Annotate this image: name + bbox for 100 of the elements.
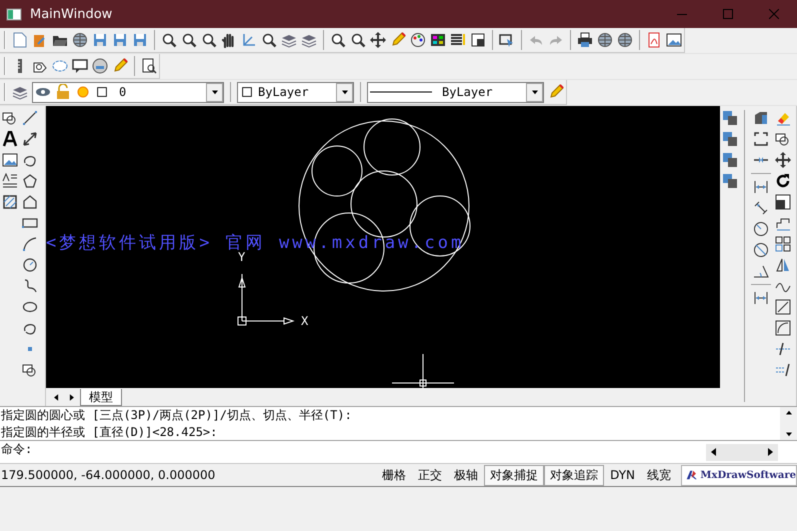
layout-tab[interactable]: 模型 (80, 388, 122, 406)
copy-icon[interactable] (775, 131, 791, 147)
color-grid-icon[interactable] (430, 32, 446, 48)
panel-icon[interactable] (470, 32, 486, 48)
color-swatch-icon (240, 85, 254, 99)
zoom-realtime-icon[interactable] (350, 32, 366, 48)
trim-icon[interactable] (775, 341, 791, 357)
scale-icon[interactable] (775, 194, 791, 210)
color-name: ByLayer (258, 85, 310, 99)
line-icon[interactable] (22, 110, 38, 126)
image-icon[interactable] (2, 152, 18, 168)
text-icon[interactable] (2, 131, 18, 147)
status-toggle[interactable]: 线宽 (641, 464, 677, 486)
cube-icon[interactable] (753, 110, 769, 126)
radius-dimension-icon[interactable] (753, 221, 769, 237)
save-all-icon[interactable] (132, 32, 148, 48)
linetype-name: ByLayer (442, 85, 494, 99)
layers-icon[interactable] (12, 84, 28, 100)
save-icon[interactable] (92, 32, 108, 48)
layer-name: 0 (119, 85, 128, 99)
status-toggle[interactable]: 栅格 (376, 464, 412, 486)
continue-dimension-icon[interactable] (753, 290, 769, 306)
send-back-icon[interactable] (722, 131, 738, 147)
command-history-line: 指定圆的圆心或 [三点(3P)/两点(2P)]/切点、切点、半径(T): (0, 407, 353, 424)
zoom-center-icon[interactable] (201, 32, 217, 48)
globe-arrow-icon[interactable] (617, 32, 633, 48)
aligned-dimension-icon[interactable] (753, 200, 769, 216)
status-toggle[interactable]: 正交 (412, 464, 448, 486)
globe-icon[interactable] (597, 32, 613, 48)
stamp-icon[interactable] (92, 58, 108, 74)
arc-icon[interactable] (22, 236, 38, 252)
status-toggle[interactable]: 极轴 (448, 464, 484, 486)
rotate-icon[interactable] (775, 173, 791, 189)
mirror-icon[interactable] (775, 257, 791, 273)
sun-icon (75, 84, 91, 100)
insert-block-icon[interactable] (2, 110, 18, 126)
array-icon[interactable] (775, 236, 791, 252)
multiline-text-icon[interactable] (2, 173, 18, 189)
zoom-object-icon[interactable] (261, 32, 277, 48)
layer-dropdown[interactable]: 0 (32, 82, 224, 102)
printer-icon[interactable] (577, 32, 593, 48)
status-toggle[interactable]: DYN (604, 464, 641, 486)
linear-dimension-icon[interactable] (753, 179, 769, 195)
cursor-coordinates: 179.500000, -64.000000, 0.000000 (0, 468, 216, 482)
move-icon[interactable] (775, 152, 791, 168)
pencil-icon[interactable] (112, 58, 128, 74)
new-file-icon[interactable] (12, 32, 28, 48)
diameter-dimension-icon[interactable] (753, 242, 769, 258)
linetype-dropdown[interactable]: ByLayer (367, 82, 544, 102)
x-axis-label: X (301, 315, 308, 327)
select-icon[interactable] (499, 32, 515, 48)
app-icon (6, 6, 22, 22)
circle-icon[interactable] (22, 257, 38, 273)
dropdown-button[interactable] (206, 82, 223, 102)
zoom-previous-icon[interactable] (330, 32, 346, 48)
preview-icon[interactable] (141, 58, 157, 74)
cloud-icon[interactable] (52, 58, 68, 74)
zoom-window-icon[interactable] (181, 32, 197, 48)
window-title: MainWindow (30, 6, 114, 22)
logo-text: MxDrawSoftware (700, 470, 796, 480)
command-history-line: 指定圆的半径或 [直径(D)]<28.425>: (0, 424, 218, 441)
bring-above-icon[interactable] (722, 152, 738, 168)
save-as-icon[interactable] (112, 32, 128, 48)
comment-icon[interactable] (72, 58, 88, 74)
image-icon[interactable] (666, 32, 682, 48)
zoom-extents-icon[interactable] (161, 32, 177, 48)
palette-icon[interactable] (410, 32, 426, 48)
color-dropdown[interactable]: ByLayer (237, 82, 354, 102)
make-block-icon[interactable] (22, 362, 38, 378)
status-toggle[interactable]: 对象捕捉 (484, 464, 544, 486)
close-icon (769, 9, 779, 19)
bring-front-icon[interactable] (722, 110, 738, 126)
maximize-icon (723, 9, 733, 19)
angle-dimension-icon[interactable] (753, 263, 769, 279)
color-swatch-icon (95, 85, 109, 99)
pentagon-icon[interactable] (22, 173, 38, 189)
double-arrow-icon[interactable] (22, 131, 38, 147)
send-under-icon[interactable] (722, 173, 738, 189)
spline-icon[interactable] (22, 278, 38, 294)
extend-icon[interactable] (775, 362, 791, 378)
horizontal-scrollbar[interactable] (706, 444, 778, 461)
chamfer-icon[interactable] (775, 299, 791, 315)
pencil-icon[interactable] (390, 32, 406, 48)
pencil-icon[interactable] (548, 84, 564, 100)
y-axis-label: Y (238, 251, 246, 263)
line-sample-icon (370, 90, 432, 94)
hatch-icon[interactable] (2, 194, 18, 210)
status-toggle[interactable]: 对象追踪 (544, 464, 604, 486)
polyline-icon[interactable] (22, 194, 38, 210)
layers-icon[interactable] (281, 32, 297, 48)
dropdown-button[interactable] (336, 82, 353, 102)
ellipse-icon[interactable] (22, 299, 38, 315)
eraser-icon[interactable] (775, 110, 791, 126)
list-icon[interactable] (450, 32, 466, 48)
pdf-icon[interactable] (646, 32, 662, 48)
lock-icon (55, 84, 71, 100)
crosshair-cursor-icon (392, 354, 454, 388)
fillet-icon[interactable] (775, 320, 791, 336)
bracket-icon[interactable] (753, 131, 769, 147)
dropdown-button[interactable] (526, 82, 543, 102)
